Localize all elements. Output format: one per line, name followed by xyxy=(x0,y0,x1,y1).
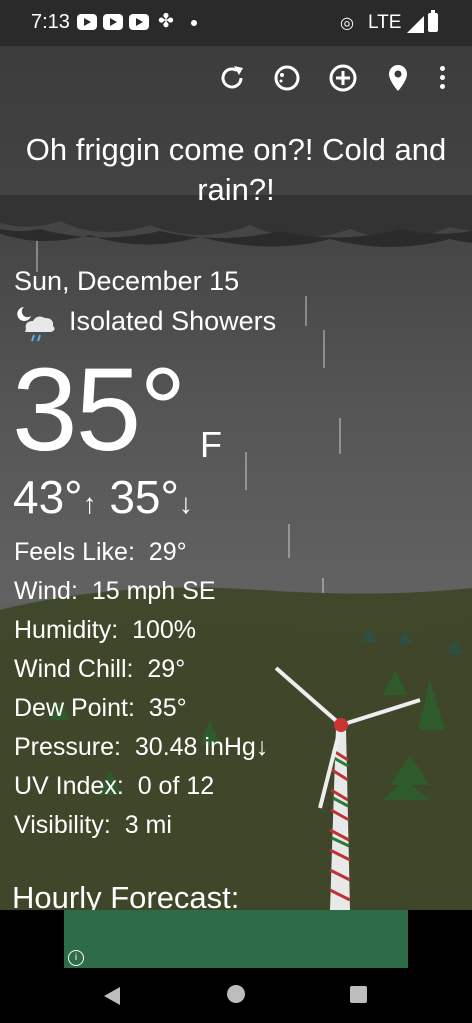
rain-streak xyxy=(288,524,290,558)
detail-pressure: Pressure: 30.48 inHg↓ xyxy=(14,733,269,761)
more-vert-icon[interactable] xyxy=(440,66,446,92)
detail-wind: Wind: 15 mph SE xyxy=(14,577,216,605)
ad-bar: i xyxy=(0,910,472,968)
hotspot-icon: ◎ xyxy=(340,15,354,32)
rain-streak xyxy=(339,418,341,454)
signal-icon xyxy=(407,16,424,33)
ad-banner[interactable]: i xyxy=(64,910,408,968)
fan-notification-icon: ✤ xyxy=(158,11,174,32)
recent-apps-icon[interactable] xyxy=(350,986,367,1003)
rain-streak xyxy=(245,452,247,490)
add-location-icon[interactable] xyxy=(327,62,359,94)
arrow-up-icon: ↑ xyxy=(82,488,97,519)
navigation-bar xyxy=(0,968,472,1023)
detail-uv-index: UV Index: 0 of 12 xyxy=(14,772,215,800)
home-icon[interactable] xyxy=(227,985,245,1003)
high-temperature: 43° xyxy=(13,471,83,523)
detail-wind-chill: Wind Chill: 29° xyxy=(14,655,186,683)
low-temperature: 35° xyxy=(109,471,179,523)
status-time: 7:13 xyxy=(31,11,70,33)
battery-icon xyxy=(428,10,438,32)
windmill xyxy=(274,666,421,910)
arrow-down-icon: ↓ xyxy=(178,488,193,519)
youtube-notification-icon xyxy=(129,14,149,30)
rain-streak xyxy=(305,296,307,326)
detail-humidity: Humidity: 100% xyxy=(14,616,197,644)
current-temperature: 35° xyxy=(12,344,186,476)
headline: Oh friggin come on?! Cold and rain?! xyxy=(25,132,447,207)
weather-details: Feels Like: 29° Wind: 15 mph SE Humidity… xyxy=(14,533,268,845)
detail-dew-point: Dew Point: 35° xyxy=(14,694,187,722)
detail-visibility: Visibility: 3 mi xyxy=(14,811,172,839)
moon-cloud-rain-icon xyxy=(14,304,58,344)
youtube-notification-icon xyxy=(103,14,123,30)
more-notifications-dot-icon xyxy=(191,20,197,26)
detail-feels-like: Feels Like: 29° xyxy=(14,538,187,566)
current-condition: Isolated Showers xyxy=(69,306,277,336)
status-bar: 7:13 ✤ ◎ LTE xyxy=(0,0,472,46)
rain-streak xyxy=(323,330,325,368)
theme-icon[interactable] xyxy=(271,62,303,94)
refresh-icon[interactable] xyxy=(216,62,248,94)
network-type: LTE xyxy=(368,12,402,33)
back-icon[interactable] xyxy=(104,987,120,1005)
ad-info-icon[interactable]: i xyxy=(68,950,84,966)
youtube-notification-icon xyxy=(77,14,97,30)
temperature-unit: F xyxy=(200,424,222,465)
current-date: Sun, December 15 xyxy=(14,266,240,296)
location-pin-icon[interactable] xyxy=(382,62,414,94)
high-low: 43°↑ 35°↓ xyxy=(13,470,193,524)
